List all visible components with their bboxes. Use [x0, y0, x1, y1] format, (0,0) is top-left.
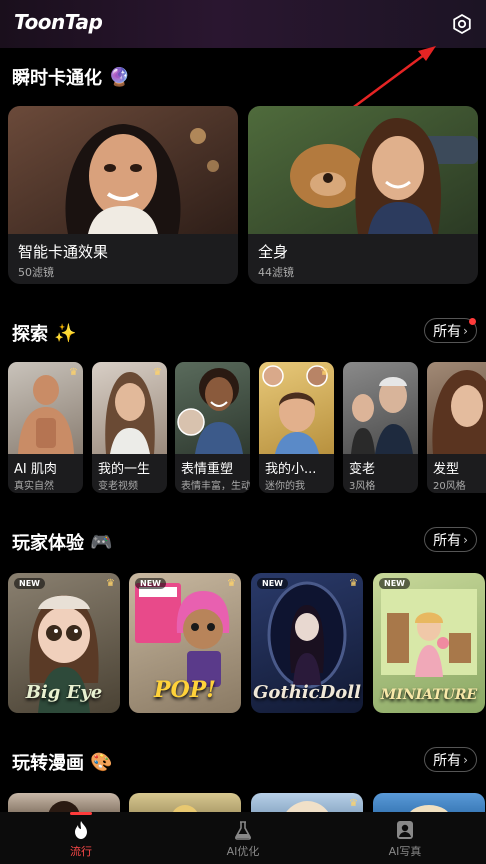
crown-icon: ♛ — [227, 578, 236, 589]
explore-card-aging[interactable]: 变老 3风格 — [343, 362, 418, 493]
explore-card-subtitle: 20风格 — [433, 481, 466, 492]
new-badge: NEW — [14, 578, 45, 589]
explore-card-mylife[interactable]: ♛ 我的一生 变老视频 — [92, 362, 167, 493]
explore-card-title: 我的一生 — [98, 462, 151, 477]
explore-card-subtitle: 变老视频 — [98, 481, 138, 492]
section-title-comic: 玩转漫画 🎨 — [12, 749, 112, 775]
big-card-title: 智能卡通效果 — [18, 243, 109, 261]
card-image — [175, 362, 250, 454]
section-title-player: 玩家体验 🎮 — [12, 529, 112, 555]
section-title-text: 玩转漫画 — [12, 753, 84, 774]
explore-card-hairstyle[interactable]: 发型 20风格 — [427, 362, 486, 493]
explore-card-title: 我的小... — [265, 462, 317, 477]
nav-tab-ai-portrait[interactable]: AI写真 — [365, 820, 445, 859]
notification-dot — [469, 318, 476, 325]
new-badge: NEW — [135, 578, 166, 589]
explore-card-title: 发型 — [433, 462, 460, 477]
section-title-text: 玩家体验 — [12, 533, 84, 554]
comic-see-all-button[interactable]: 所有 › — [424, 747, 477, 772]
gamepad-icon: 🎮 — [90, 531, 113, 553]
player-card-miniature[interactable]: NEW MINIATURE — [373, 573, 485, 713]
nav-label: AI写真 — [388, 845, 422, 858]
card-image: ♛ — [92, 362, 167, 454]
card-image — [8, 106, 238, 234]
big-card-title: 全身 — [258, 243, 289, 261]
player-card-gothic-doll[interactable]: NEW ♛ GothicDoll — [251, 573, 363, 713]
section-title-text: 瞬时卡通化 — [12, 68, 102, 89]
explore-card-title: 表情重塑 — [181, 462, 234, 477]
section-title-instant: 瞬时卡通化 🔮 — [12, 64, 130, 90]
bottom-nav: 流行 AI优化 AI写真 — [0, 812, 486, 864]
new-badge: NEW — [257, 578, 288, 589]
active-tab-indicator — [70, 812, 92, 815]
nav-label: 流行 — [70, 845, 92, 858]
player-card-pop[interactable]: NEW ♛ POP! — [129, 573, 241, 713]
chevron-right-icon: › — [463, 752, 468, 767]
explore-card-muscle[interactable]: ♛ AI 肌肉 真实自然 — [8, 362, 83, 493]
palette-icon: 🎨 — [90, 751, 113, 773]
explore-card-subtitle: 迷你的我 — [265, 481, 305, 492]
nav-tab-popular[interactable]: 流行 — [41, 820, 121, 859]
big-card-subtitle: 44滤镜 — [258, 266, 294, 279]
explore-card-subtitle: 3风格 — [349, 481, 376, 492]
flame-icon — [75, 821, 87, 839]
chevron-right-icon: › — [463, 532, 468, 547]
explore-card-expression[interactable]: 表情重塑 表情丰富，生动有趣 — [175, 362, 250, 493]
section-title-explore: 探索 ✨ — [12, 320, 76, 346]
see-all-label: 所有 — [433, 323, 462, 340]
nav-label: AI优化 — [226, 845, 260, 858]
flask-icon — [235, 821, 251, 840]
explore-card-title: AI 肌肉 — [14, 462, 57, 477]
section-title-text: 探索 — [12, 324, 48, 345]
big-card-subtitle: 50滤镜 — [18, 266, 54, 279]
crown-icon: ♛ — [349, 798, 358, 809]
player-card-label: Big Eye — [25, 682, 103, 703]
card-image: ♛ — [8, 362, 83, 454]
see-all-label: 所有 — [433, 532, 462, 549]
portrait-icon — [397, 821, 413, 839]
big-card-cartoon[interactable]: 智能卡通效果 50滤镜 — [8, 106, 238, 284]
explore-card-subtitle: 真实自然 — [14, 481, 54, 492]
player-card-label: MINIATURE — [380, 687, 478, 703]
explore-card-subtitle: 表情丰富，生动有趣 — [181, 481, 250, 492]
crown-icon: ♛ — [106, 578, 115, 589]
player-see-all-button[interactable]: 所有 › — [424, 527, 477, 552]
explore-card-title: 变老 — [349, 462, 376, 477]
sparkles-icon: ✨ — [54, 322, 77, 344]
crown-icon: ♛ — [153, 367, 162, 378]
big-card-fullbody[interactable]: 全身 44滤镜 — [248, 106, 478, 284]
player-card-big-eye[interactable]: NEW ♛ Big Eye — [8, 573, 120, 713]
crown-icon: ♛ — [69, 367, 78, 378]
crystal-ball-icon: 🔮 — [108, 66, 131, 88]
player-card-label: POP! — [154, 677, 216, 703]
card-image: ♛ — [259, 362, 334, 454]
card-image — [343, 362, 418, 454]
explore-card-mini-me[interactable]: ♛ 我的小... 迷你的我 — [259, 362, 334, 493]
nav-tab-ai-enhance[interactable]: AI优化 — [203, 820, 283, 859]
crown-icon: ♛ — [349, 578, 358, 589]
player-card-label: GothicDoll — [253, 682, 361, 703]
chevron-right-icon: › — [463, 323, 468, 338]
card-image — [427, 362, 486, 454]
crown-icon: ♛ — [320, 367, 329, 378]
card-image — [248, 106, 478, 234]
new-badge: NEW — [379, 578, 410, 589]
see-all-label: 所有 — [433, 752, 462, 769]
